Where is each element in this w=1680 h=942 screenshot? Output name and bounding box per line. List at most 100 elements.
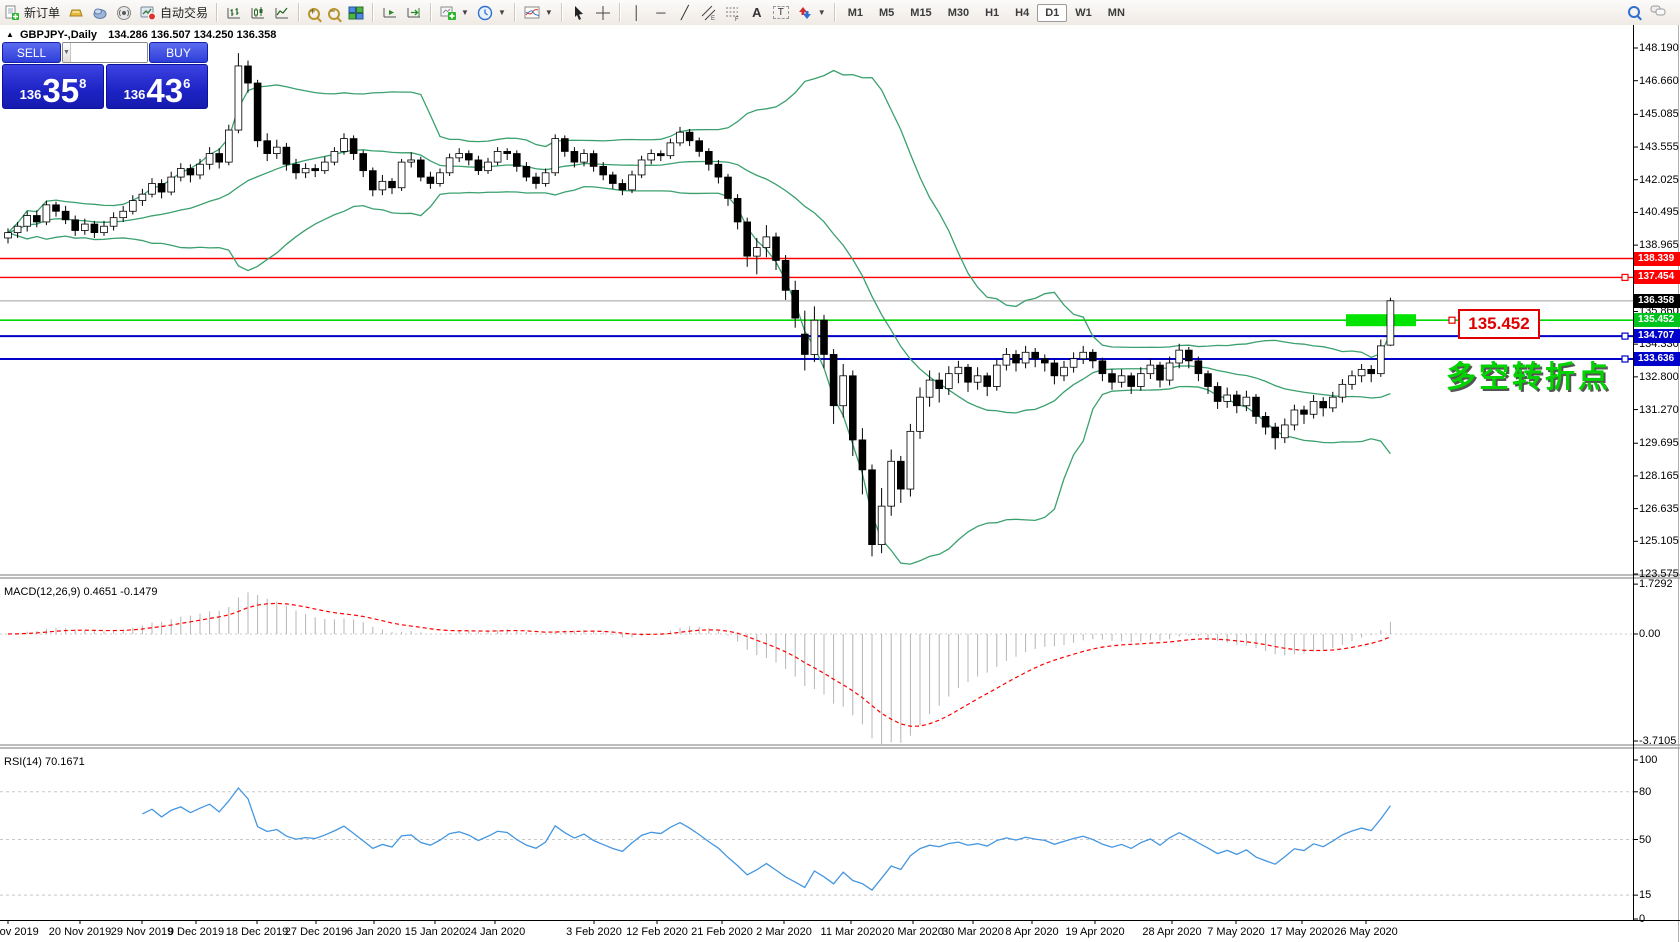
sell-button[interactable]: SELL: [2, 42, 61, 63]
toolbar-separator: [372, 3, 374, 22]
zoom-in-button[interactable]: +: [304, 1, 324, 24]
chart-canvas[interactable]: [0, 25, 1680, 942]
arrows-button[interactable]: ▼: [793, 1, 830, 24]
chart-shift-button[interactable]: [402, 1, 426, 24]
rsi-tick-label: 80: [1639, 786, 1651, 798]
timeframe-bar: M1M5M15M30H1H4D1W1MN: [840, 4, 1133, 22]
macd-label: MACD(12,26,9) 0.4651 -0.1479: [4, 586, 157, 598]
timeframe-m1[interactable]: M1: [840, 4, 871, 22]
price-tick-label: 129.695: [1639, 437, 1679, 449]
rsi-tick-label: 100: [1639, 754, 1657, 766]
chat-icon: [1650, 3, 1666, 19]
volume-down-button[interactable]: ▼: [63, 43, 71, 62]
buy-price-button[interactable]: 136 43 6: [106, 64, 208, 109]
trendline-button[interactable]: ╱: [673, 1, 697, 24]
indicators-button[interactable]: ▼: [520, 1, 557, 24]
date-tick-label: 28 Apr 2020: [1142, 926, 1201, 938]
line-chart-icon: [274, 5, 290, 21]
bar-chart-button[interactable]: [222, 1, 246, 24]
date-tick-label: 26 May 2020: [1334, 926, 1398, 938]
sell-price-button[interactable]: 136 35 8: [2, 64, 104, 109]
price-tick-label: 138.965: [1639, 239, 1679, 251]
timeframe-m5[interactable]: M5: [871, 4, 902, 22]
autotrading-icon: [140, 5, 156, 21]
dropdown-arrow-icon: ▼: [498, 8, 506, 17]
vline-icon: │: [629, 5, 645, 20]
rsi-tick-label: 0: [1639, 913, 1645, 925]
tile-windows-icon: [348, 5, 364, 21]
timeframe-h4[interactable]: H4: [1007, 4, 1037, 22]
price-tag: 133.636: [1634, 352, 1680, 366]
gold-button[interactable]: [64, 1, 88, 24]
vline-button[interactable]: │: [625, 1, 649, 24]
timeframe-d1[interactable]: D1: [1037, 4, 1067, 22]
date-tick-label: 9 Dec 2019: [168, 926, 224, 938]
new-order-button[interactable]: 新订单: [0, 1, 64, 24]
crosshair-icon: [595, 5, 611, 21]
arrows-icon: [797, 5, 813, 21]
date-tick-label: 27 Dec 2019: [285, 926, 347, 938]
candlestick-button[interactable]: [246, 1, 270, 24]
line-chart-button[interactable]: [270, 1, 294, 24]
sell-price-prefix: 136: [20, 87, 42, 102]
toolbar-separator: [834, 3, 836, 22]
price-tag: 134.707: [1634, 329, 1680, 343]
periods-button[interactable]: ▼: [473, 1, 510, 24]
price-tick-label: 140.495: [1639, 206, 1679, 218]
timeframe-m30[interactable]: M30: [940, 4, 977, 22]
date-tick-label: 15 Jan 2020: [405, 926, 466, 938]
price-tick-label: 126.635: [1639, 503, 1679, 515]
bar-chart-icon: [226, 5, 242, 21]
search-button[interactable]: [1628, 5, 1640, 20]
timeframe-mn[interactable]: MN: [1100, 4, 1133, 22]
date-tick-label: 17 May 2020: [1270, 926, 1334, 938]
volume-input[interactable]: [71, 43, 148, 62]
price-tick-label: 131.270: [1639, 404, 1679, 416]
hline-button[interactable]: ─: [649, 1, 673, 24]
trendline-icon: ╱: [677, 5, 693, 21]
timeframe-h1[interactable]: H1: [977, 4, 1007, 22]
new-chart-button[interactable]: ▼: [436, 1, 473, 24]
crosshair-button[interactable]: [591, 1, 615, 24]
autotrading-button[interactable]: 自动交易: [136, 1, 212, 24]
autotrading-label: 自动交易: [160, 4, 208, 21]
timeframe-w1[interactable]: W1: [1067, 4, 1100, 22]
hline-icon: ─: [653, 5, 669, 20]
svg-text:E: E: [711, 16, 715, 21]
zoom-out-button[interactable]: −: [324, 1, 344, 24]
timeframe-m15[interactable]: M15: [902, 4, 939, 22]
chat-button[interactable]: [1650, 3, 1666, 22]
signals-button[interactable]: [112, 1, 136, 24]
date-tick-label: 30 Mar 2020: [942, 926, 1004, 938]
text-button[interactable]: A: [745, 1, 769, 24]
date-tick-label: 8 Apr 2020: [1005, 926, 1058, 938]
annotation-text-object[interactable]: 多空转折点: [1446, 352, 1611, 396]
auto-scroll-button[interactable]: [378, 1, 402, 24]
date-tick-label: 7 May 2020: [1207, 926, 1264, 938]
price-label-object[interactable]: 135.452: [1458, 309, 1540, 339]
fibonacci-button[interactable]: F: [721, 1, 745, 24]
channel-button[interactable]: E: [697, 1, 721, 24]
buy-button[interactable]: BUY: [149, 42, 208, 63]
zoom-in-icon: +: [308, 8, 320, 20]
new-order-label: 新订单: [24, 4, 60, 21]
ohlc-values: 134.286 136.507 134.250 136.358: [108, 29, 276, 41]
chart-window: ▲ GBPJPY-,Daily 134.286 136.507 134.250 …: [0, 25, 1680, 942]
rsi-tick-label: 15: [1639, 889, 1651, 901]
price-tick-label: 125.105: [1639, 535, 1679, 547]
cursor-button[interactable]: [567, 1, 591, 24]
toolbar-separator: [430, 3, 432, 22]
price-tick-label: 148.190: [1639, 42, 1679, 54]
channel-icon: E: [701, 5, 717, 21]
market-button[interactable]: [88, 1, 112, 24]
price-tick-label: 145.085: [1639, 108, 1679, 120]
tile-windows-button[interactable]: [344, 1, 368, 24]
sell-price-big: 35: [42, 76, 79, 106]
dropdown-arrow-icon: ▼: [545, 8, 553, 17]
label-button[interactable]: T: [769, 1, 793, 24]
toolbar-right: [1628, 3, 1680, 22]
rsi-tick-label: 50: [1639, 834, 1651, 846]
price-tag: 138.339: [1634, 252, 1680, 266]
sell-price-sup: 8: [79, 76, 86, 91]
new-order-icon: [4, 5, 20, 21]
